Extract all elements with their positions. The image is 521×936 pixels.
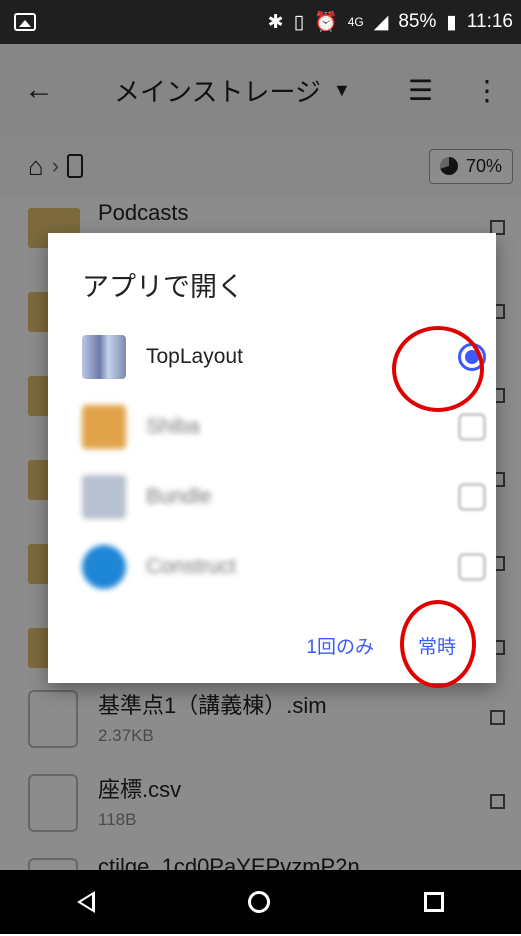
radio-unselected[interactable] <box>458 483 486 511</box>
app-name: Construct <box>146 555 236 578</box>
app-name: Bundle <box>146 485 212 508</box>
just-once-button[interactable]: 1回のみ <box>306 632 374 659</box>
app-icon <box>82 545 126 589</box>
status-bar: ✱ ▯ ⏰ 4G ◢ 85% ▮ 11:16 <box>0 0 521 44</box>
highlight-circle-always <box>400 600 476 688</box>
nav-home-icon[interactable] <box>248 891 271 913</box>
toplayout-app-icon <box>82 335 126 379</box>
app-icon <box>82 405 126 449</box>
system-nav-bar <box>0 870 521 934</box>
network-label: 4G <box>347 15 364 29</box>
nav-recents-icon[interactable] <box>424 892 445 912</box>
bluetooth-icon: ✱ <box>267 11 284 33</box>
app-name: Shiba <box>146 415 200 438</box>
nav-back-icon[interactable] <box>76 891 95 913</box>
app-icon <box>82 475 126 519</box>
highlight-circle-radio <box>392 326 484 412</box>
dialog-title: アプリで開く <box>82 272 244 302</box>
image-notification-icon <box>14 13 36 31</box>
app-option-3[interactable]: Bundle <box>78 469 486 529</box>
app-name: TopLayout <box>146 345 243 368</box>
clock: 11:16 <box>466 11 513 32</box>
radio-unselected[interactable] <box>458 553 486 581</box>
radio-unselected[interactable] <box>458 413 486 441</box>
signal-icon: ◢ <box>373 11 389 33</box>
app-option-4[interactable]: Construct <box>78 539 486 599</box>
battery-percent: 85% <box>398 11 437 32</box>
vibrate-icon: ▯ <box>293 11 305 33</box>
battery-icon: ▮ <box>446 11 457 33</box>
alarm-icon: ⏰ <box>314 12 338 33</box>
